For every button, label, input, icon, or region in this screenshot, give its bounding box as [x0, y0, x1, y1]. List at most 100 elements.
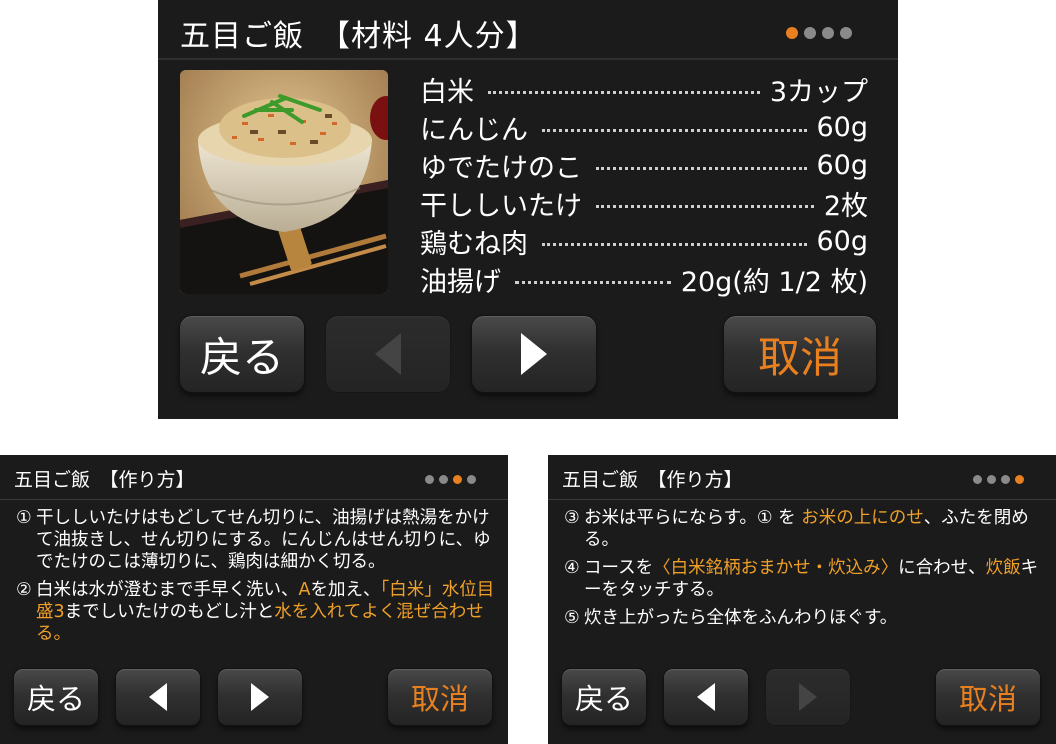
step-text-segment: までしいたけのもどし汁と: [64, 602, 275, 622]
step-text: コースを〈白米銘柄おまかせ・炊込み〉に合わせ、炊飯キーをタッチする。: [584, 557, 1044, 601]
gomoku-rice-bowl-photo: [180, 70, 388, 294]
step-item: ① 干ししいたけはもどしてせん切りに、油揚げは熱湯をかけて油抜きし、せん切りにする…: [16, 507, 496, 573]
ingredients-screen: 五目ご飯 【材料 4人分】 白米 3カップ にんじん 60g ゆでたけのこ 60…: [158, 0, 898, 419]
dotted-leader: [542, 242, 807, 246]
cancel-button[interactable]: 取消: [388, 669, 492, 725]
prev-button[interactable]: [116, 669, 200, 725]
step-list: ① 干ししいたけはもどしてせん切りに、油揚げは熱湯をかけて油抜きし、せん切りにする…: [16, 507, 496, 651]
prev-button[interactable]: [326, 316, 450, 392]
cancel-button[interactable]: 取消: [936, 669, 1040, 725]
dotted-leader: [542, 128, 807, 132]
back-button-label: 戻る: [199, 332, 284, 382]
step-number: ③: [564, 508, 580, 528]
ingredient-amount: 3カップ: [769, 76, 868, 108]
dotted-leader: [596, 166, 807, 170]
ingredient-row: 油揚げ 20g(約 1/2 枚): [420, 260, 868, 298]
title-bar: 五目ご飯 【作り方】: [548, 455, 1056, 500]
page-dot-1: [425, 475, 434, 484]
page-dot-2: [804, 27, 816, 39]
step-list: ③ お米は平らにならす。① を お米の上にのせ、ふたを閉める。 ④ コースを〈白米銘柄…: [564, 507, 1044, 635]
cancel-button-label: 取消: [757, 332, 842, 382]
highlighted-text: 炊飯: [985, 558, 1021, 578]
cancel-button-label: 取消: [958, 682, 1017, 716]
step-text-segment: コースを: [584, 558, 654, 578]
screen-title: 五目ご飯 【材料 4人分】: [180, 19, 537, 54]
ingredient-row: 鶏むね肉 60g: [420, 222, 868, 260]
ingredient-row: ゆでたけのこ 60g: [420, 146, 868, 184]
step-text: 炊き上がったら全体をふんわりほぐす。: [584, 607, 1044, 629]
ingredient-name: 鶏むね肉: [420, 228, 528, 260]
page-indicator: [973, 475, 1024, 484]
page-dot-4: [840, 27, 852, 39]
ingredient-name: ゆでたけのこ: [420, 152, 582, 184]
page-dot-3: [822, 27, 834, 39]
next-button[interactable]: [766, 669, 850, 725]
ingredient-name: 白米: [420, 76, 474, 108]
ingredient-amount: 2枚: [823, 190, 868, 222]
step-item: ③ お米は平らにならす。① を お米の上にのせ、ふたを閉める。: [564, 507, 1044, 551]
prev-button[interactable]: [664, 669, 748, 725]
ingredient-name: 油揚げ: [420, 266, 501, 298]
next-button[interactable]: [218, 669, 302, 725]
cancel-button-label: 取消: [410, 682, 469, 716]
ingredient-name: 干ししいたけ: [420, 190, 582, 222]
ingredient-amount: 60g: [816, 111, 869, 143]
page-dot-2: [987, 475, 996, 484]
step-text-segment: 炊き上がったら全体をふんわりほぐす。: [584, 608, 898, 628]
page-dot-4: [467, 475, 476, 484]
title-bar: 五目ご飯 【作り方】: [0, 455, 508, 500]
step-text-segment: に合わせ、: [898, 558, 986, 578]
page-dot-1: [786, 27, 798, 39]
step-number: ①: [16, 508, 32, 528]
step-text-segment: お米は平らにならす。① を: [584, 508, 802, 528]
step-item: ② 白米は水が澄むまで手早く洗い、Aを加え、「白米」水位目盛3までしいたけのもどし…: [16, 579, 496, 645]
right-triangle-icon: [521, 333, 547, 375]
screen-title: 五目ご飯 【作り方】: [562, 469, 743, 491]
highlighted-text: お米の上にのせ: [801, 508, 924, 528]
back-button-label: 戻る: [26, 682, 85, 716]
highlighted-text: A: [298, 580, 311, 600]
dotted-leader: [596, 204, 814, 208]
step-item: ⑤ 炊き上がったら全体をふんわりほぐす。: [564, 607, 1044, 629]
title-bar: 五目ご飯 【材料 4人分】: [158, 0, 898, 60]
step-text: 干ししいたけはもどしてせん切りに、油揚げは熱湯をかけて油抜きし、せん切りにする。…: [36, 507, 496, 573]
ingredient-row: 白米 3カップ: [420, 70, 868, 108]
step-item: ④ コースを〈白米銘柄おまかせ・炊込み〉に合わせ、炊飯キーをタッチする。: [564, 557, 1044, 601]
ingredient-row: にんじん 60g: [420, 108, 868, 146]
dotted-leader: [515, 280, 671, 284]
page-dot-2: [439, 475, 448, 484]
page-indicator: [425, 475, 476, 484]
back-button[interactable]: 戻る: [14, 669, 98, 725]
next-button[interactable]: [472, 316, 596, 392]
left-triangle-icon: [697, 683, 715, 711]
left-triangle-icon: [375, 333, 401, 375]
page-dot-4: [1015, 475, 1024, 484]
step-number: ④: [564, 558, 580, 578]
step-text-segment: 干ししいたけはもどしてせん切りに、油揚げは熱湯をかけて油抜きし、せん切りにする。…: [36, 508, 491, 572]
ingredient-list: 白米 3カップ にんじん 60g ゆでたけのこ 60g 干ししいたけ 2枚 鶏む…: [420, 70, 868, 298]
step-number: ⑤: [564, 608, 580, 628]
ingredient-row: 干ししいたけ 2枚: [420, 184, 868, 222]
ingredient-amount: 60g: [816, 149, 869, 181]
back-button-label: 戻る: [574, 682, 633, 716]
method-screen-2: 五目ご飯 【作り方】 ③ お米は平らにならす。① を お米の上にのせ、ふたを閉める…: [548, 455, 1056, 744]
left-triangle-icon: [149, 683, 167, 711]
dotted-leader: [488, 90, 760, 94]
page-dot-3: [453, 475, 462, 484]
highlighted-text: 〈白米銘柄おまかせ・炊込み〉: [653, 558, 899, 578]
back-button[interactable]: 戻る: [562, 669, 646, 725]
step-text-segment: を加え、: [310, 580, 381, 600]
cancel-button[interactable]: 取消: [724, 316, 876, 392]
ingredient-name: にんじん: [420, 114, 528, 146]
page-indicator: [786, 27, 852, 39]
back-button[interactable]: 戻る: [180, 316, 304, 392]
step-text: 白米は水が澄むまで手早く洗い、Aを加え、「白米」水位目盛3までしいたけのもどし汁…: [36, 579, 496, 645]
right-triangle-icon: [251, 683, 269, 711]
step-text-segment: 白米は水が澄むまで手早く洗い、: [36, 580, 299, 600]
step-text: お米は平らにならす。① を お米の上にのせ、ふたを閉める。: [584, 507, 1044, 551]
ingredient-amount: 60g: [816, 225, 869, 257]
ingredient-amount: 20g(約 1/2 枚): [680, 266, 868, 298]
method-screen-1: 五目ご飯 【作り方】 ① 干ししいたけはもどしてせん切りに、油揚げは熱湯をかけて油…: [0, 455, 508, 744]
page-dot-1: [973, 475, 982, 484]
step-number: ②: [16, 580, 32, 600]
